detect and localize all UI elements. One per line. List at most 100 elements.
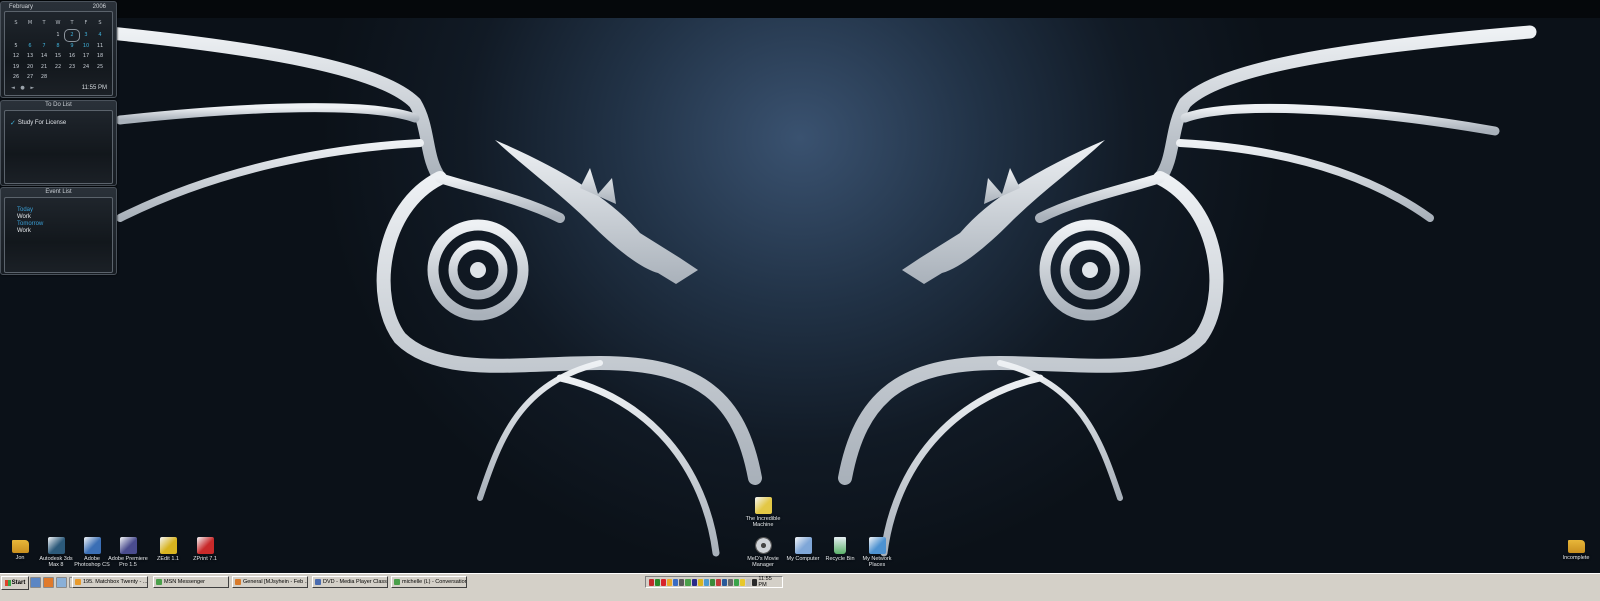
tray-clock[interactable]: 11:55 PM <box>758 576 778 588</box>
tray-icon[interactable] <box>740 578 746 586</box>
dvd-icon <box>315 579 321 585</box>
calendar-day[interactable]: 25 <box>93 62 107 73</box>
calendar-day[interactable]: 14 <box>37 51 51 62</box>
calendar-day[interactable]: 26 <box>9 72 23 83</box>
calendar-day[interactable]: 28 <box>37 72 51 83</box>
desktop-icon-label: Jon <box>15 555 25 561</box>
weekday-label: M <box>27 20 33 26</box>
task-dvd[interactable]: DVD - Media Player Classic <box>312 576 388 588</box>
weekday-label: W <box>55 20 61 26</box>
tray-icon[interactable] <box>661 578 667 586</box>
task-conversation[interactable]: michelle (L) - Conversation <box>391 576 467 588</box>
calendar-day[interactable]: 4 <box>93 30 107 41</box>
dragon-wallpaper <box>93 25 1537 557</box>
tray-icon[interactable] <box>746 578 752 586</box>
tray-icon[interactable] <box>673 578 679 586</box>
tray-icon[interactable] <box>655 578 661 586</box>
icon-3dsmax[interactable]: Autodesk 3ds Max 8 <box>36 537 76 568</box>
tray-icon[interactable] <box>703 578 709 586</box>
tray-icon[interactable] <box>734 578 740 586</box>
task-msn[interactable]: MSN Messenger <box>153 576 229 588</box>
document-icon[interactable] <box>56 577 67 588</box>
calendar-day[interactable]: 5 <box>9 41 23 52</box>
icon-zedit[interactable]: ZEdit 1.1 <box>148 537 188 562</box>
calendar-day[interactable]: 1 <box>51 30 65 41</box>
calendar-day[interactable]: 17 <box>79 51 93 62</box>
chat-icon <box>235 579 241 585</box>
calendar-day[interactable]: 27 <box>23 72 37 83</box>
icon-recycle-bin[interactable]: Recycle Bin <box>820 537 860 562</box>
tray-icon[interactable] <box>715 578 721 586</box>
weekday-label: T <box>70 20 74 26</box>
tray-icon[interactable] <box>697 578 703 586</box>
calendar-day[interactable]: 6 <box>23 41 37 52</box>
event-header-tomorrow: Tomorrow <box>17 221 44 227</box>
event-item[interactable]: Work <box>17 214 31 220</box>
computer-icon <box>794 537 812 554</box>
task-matchbox[interactable]: 195. Matchbox Twenty - ... <box>72 576 148 588</box>
calendar-day[interactable]: 9 <box>65 41 79 52</box>
icon-incomplete[interactable]: Incomplete <box>1556 537 1596 561</box>
tray-icon[interactable] <box>721 578 728 586</box>
icon-jon[interactable]: Jon <box>0 537 40 561</box>
icon-zprint[interactable]: ZPrint 7.1 <box>185 537 225 562</box>
desktop-icon-label: My Computer <box>786 556 820 562</box>
firefox-icon[interactable] <box>43 577 54 588</box>
icon-photoshop[interactable]: Adobe Photoshop CS <box>72 537 112 568</box>
tray-icon[interactable] <box>752 578 758 586</box>
calendar-day[interactable]: 21 <box>37 62 51 73</box>
film-reel-icon <box>754 537 772 554</box>
desktop[interactable]: Jon Autodesk 3ds Max 8 Adobe Photoshop CS A… <box>0 18 1600 584</box>
tray-icon[interactable] <box>679 578 685 586</box>
calendar-day[interactable]: 22 <box>51 62 65 73</box>
calendar-day[interactable]: 12 <box>9 51 23 62</box>
taskbar: Start 195. Matchbox Twenty - ... MSN Mess… <box>0 573 1600 601</box>
premiere-icon <box>119 537 137 554</box>
calendar-nav[interactable]: ◄ ● ► <box>11 85 36 91</box>
task-general[interactable]: General [MJsyhein - Feb ... <box>232 576 308 588</box>
start-button[interactable]: Start <box>1 576 29 590</box>
event-list-widget: Event List Today Work Tomorrow Work <box>0 187 117 275</box>
tray-icon[interactable] <box>685 578 691 586</box>
icon-movie-manager[interactable]: MeD's Movie Manager <box>743 537 783 568</box>
tray-icon[interactable] <box>709 578 715 586</box>
icon-premiere[interactable]: Adobe Premiere Pro 1.5 <box>108 537 148 568</box>
calendar-day[interactable]: 15 <box>51 51 65 62</box>
tray-icon[interactable] <box>649 578 655 586</box>
start-label: Start <box>11 580 26 586</box>
calendar-day[interactable]: 13 <box>23 51 37 62</box>
icon-incredible-machine[interactable]: The Incredible Machine <box>743 497 783 528</box>
system-tray: 11:55 PM <box>645 576 783 588</box>
calendar-day[interactable]: 23 <box>65 62 79 73</box>
calendar-day[interactable]: 2 <box>64 29 80 42</box>
zedit-icon <box>159 537 177 554</box>
icon-network-places[interactable]: My Network Places <box>857 537 897 568</box>
calendar-day[interactable]: 20 <box>23 62 37 73</box>
event-item[interactable]: Work <box>17 228 31 234</box>
desktop-icon-label: Adobe Premiere Pro 1.5 <box>108 556 148 568</box>
windows-flag-icon <box>4 580 11 586</box>
calendar-day[interactable]: 10 <box>79 41 93 52</box>
todo-item[interactable]: ✓ Study For License <box>10 119 66 127</box>
desktop-icon[interactable] <box>30 577 41 588</box>
calendar-day[interactable]: 24 <box>79 62 93 73</box>
desktop-icon-label: ZPrint 7.1 <box>193 556 217 562</box>
desktop-icon-label: Adobe Photoshop CS <box>74 556 110 568</box>
icon-my-computer[interactable]: My Computer <box>783 537 823 562</box>
tray-icon[interactable] <box>691 578 697 586</box>
calendar-day[interactable]: 18 <box>93 51 107 62</box>
zprint-icon <box>196 537 214 554</box>
calendar-day[interactable]: 8 <box>51 41 65 52</box>
weekday-label: S <box>98 20 102 26</box>
task-label: DVD - Media Player Classic <box>323 579 388 585</box>
calendar-day[interactable]: 11 <box>93 41 107 52</box>
task-label: General [MJsyhein - Feb ... <box>243 579 308 585</box>
calendar-day[interactable]: 7 <box>37 41 51 52</box>
tray-icon[interactable] <box>728 578 734 586</box>
tray-icon[interactable] <box>667 578 673 586</box>
calendar-day[interactable]: 16 <box>65 51 79 62</box>
calendar-day[interactable]: 19 <box>9 62 23 73</box>
calendar-widget: February 2006 SMTWTFS 1 2 3 4 5 6 7 8 9 10 11 12 13 1… <box>0 1 117 98</box>
calendar-day[interactable]: 3 <box>79 30 93 41</box>
recycle-bin-icon <box>834 537 846 554</box>
